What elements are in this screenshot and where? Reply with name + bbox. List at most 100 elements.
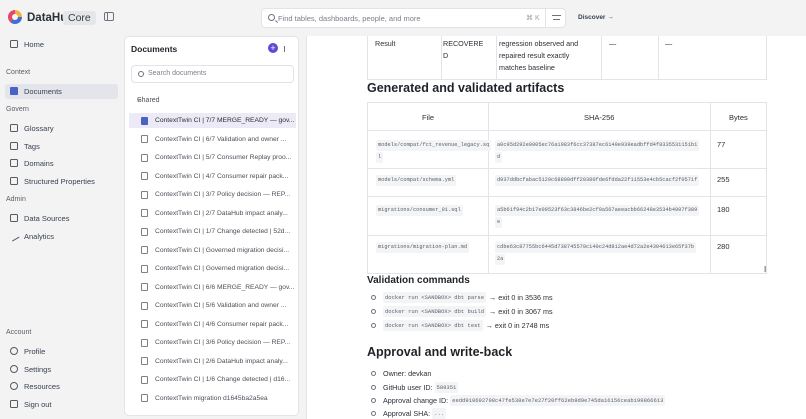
- sidebar-toggle-icon[interactable]: [104, 12, 114, 21]
- document-title: ContextTwin CI | 6/7 Validation and owne…: [155, 135, 287, 143]
- nav-item-sign-out[interactable]: Sign out: [10, 397, 52, 411]
- filter-icon[interactable]: [545, 9, 566, 27]
- document-title: ContextTwin CI | 4/7 Consumer repair pac…: [155, 172, 289, 180]
- document-list-item[interactable]: ContextTwin CI | 4/7 Consumer repair pac…: [129, 169, 296, 184]
- table-divider: [368, 196, 766, 197]
- artifact-file-path: migrations/migration-plan.md: [376, 242, 470, 253]
- document-list-item[interactable]: ContextTwin CI | 4/6 Consumer repair pac…: [129, 317, 296, 332]
- table-divider: [368, 130, 766, 131]
- shared-folder-toggle[interactable]: Shared: [135, 93, 160, 104]
- top-bar: DataHub Core Find tables, dashboards, pe…: [0, 0, 806, 36]
- column-header-file: File: [422, 113, 435, 122]
- nav-item-home[interactable]: Home: [10, 37, 44, 51]
- nav-label: Home: [24, 39, 45, 49]
- document-list-item[interactable]: ContextTwin CI | Governed migration deci…: [129, 261, 296, 276]
- result-col5: —: [665, 39, 673, 48]
- nav-item-glossary[interactable]: Glossary: [10, 121, 54, 135]
- datahub-logo-icon[interactable]: [8, 10, 22, 24]
- discover-link[interactable]: Discover →: [578, 14, 614, 21]
- artifact-sha: a0c95d292e0005ec76a1983f6cc37387ec6149e9…: [495, 140, 700, 151]
- document-icon: [141, 190, 148, 199]
- document-list-item[interactable]: ContextTwin CI | 7/7 MERGE_READY — gov..…: [129, 113, 296, 128]
- resources-icon: [10, 382, 18, 390]
- document-list-item[interactable]: ContextTwin CI | 6/6 MERGE_READY — gov..…: [129, 280, 296, 295]
- result-label: Result: [375, 39, 396, 48]
- app-root: DataHub Core Find tables, dashboards, pe…: [0, 0, 806, 419]
- tag-icon: [10, 142, 18, 150]
- column-header-bytes: Bytes: [729, 113, 748, 122]
- github-id-item: GitHub user ID: 589351: [371, 382, 461, 393]
- document-title: ContextTwin CI | 3/6 Policy decision — R…: [155, 339, 291, 346]
- nav-item-domains[interactable]: Domains: [10, 156, 54, 170]
- change-label: Approval change ID:: [383, 396, 449, 405]
- table-divider: [368, 168, 766, 169]
- document-list-item[interactable]: ContextTwin CI | 2/7 DataHub impact anal…: [129, 206, 296, 221]
- global-search-input[interactable]: Find tables, dashboards, people, and mor…: [261, 8, 566, 28]
- nav-item-documents[interactable]: Documents: [10, 84, 62, 98]
- nav-label: Profile: [24, 346, 46, 356]
- nav-item-analytics[interactable]: Analytics: [8, 229, 54, 243]
- artifact-file-path-cont: l: [376, 152, 384, 163]
- book-icon: [10, 124, 18, 132]
- document-icon: [141, 116, 148, 125]
- document-list-item[interactable]: ContextTwin CI | 2/6 DataHub impact anal…: [129, 354, 296, 369]
- result-col4: —: [609, 39, 617, 48]
- document-content: Result RECOVERE D regression observed an…: [306, 36, 806, 419]
- nav-label: Documents: [24, 86, 62, 96]
- artifact-file-path: models/compat/fct_revenue_legacy.sq: [376, 140, 492, 151]
- nav-item-resources[interactable]: Resources: [10, 379, 60, 393]
- profile-icon: [10, 347, 18, 355]
- nav-section-govern: Govern: [6, 106, 29, 113]
- command-code: docker run <SANDBOX> dbt test: [383, 320, 483, 331]
- document-list-item[interactable]: ContextTwin CI | 3/7 Policy decision — R…: [129, 187, 296, 202]
- document-title: ContextTwin CI | 1/6 Change detected | d…: [155, 376, 291, 383]
- artifact-bytes: 77: [717, 140, 726, 149]
- artifact-sha-cont: d: [495, 152, 503, 163]
- artifact-bytes: 280: [717, 242, 730, 251]
- nav-section-admin: Admin: [6, 196, 26, 203]
- nav-section-context: Context: [6, 69, 31, 76]
- document-list-item[interactable]: ContextTwin CI | 1/6 Change detected | d…: [129, 372, 296, 387]
- nav-item-structured-properties[interactable]: Structured Properties: [10, 174, 95, 188]
- document-list-item[interactable]: ContextTwin CI | 5/7 Consumer Replay pro…: [129, 150, 296, 165]
- add-document-button[interactable]: +: [268, 43, 278, 53]
- document-icon: [141, 357, 148, 365]
- nav-item-data-sources[interactable]: Data Sources: [10, 211, 69, 225]
- document-list-item[interactable]: ContextTwin CI | 3/6 Policy decision — R…: [129, 335, 296, 350]
- nav-item-settings[interactable]: Settings: [10, 362, 51, 376]
- command-result: → exit 0 in 2748 ms: [485, 321, 550, 330]
- artifact-file-cell: migrations/consumer_01.sql: [376, 204, 484, 216]
- command-code: docker run <SANDBOX> dbt parse: [383, 292, 487, 303]
- table-divider: [658, 36, 659, 80]
- sign-out-icon: [10, 400, 18, 408]
- approval-sha-code: ...: [432, 408, 447, 419]
- document-title: ContextTwin CI | 2/6 DataHub impact anal…: [155, 357, 288, 365]
- artifact-file-cell: models/compat/schema.yml: [376, 174, 484, 186]
- document-title: ContextTwin CI | Governed migration deci…: [155, 265, 290, 272]
- document-title: ContextTwin CI | 2/7 DataHub impact anal…: [155, 209, 288, 217]
- validation-command-item: docker run <SANDBOX> dbt parse → exit 0 i…: [371, 292, 553, 303]
- document-title: ContextTwin CI | 7/7 MERGE_READY — gov..…: [155, 117, 295, 124]
- document-list-item[interactable]: ContextTwin CI | 1/7 Change detected | 5…: [129, 224, 296, 239]
- document-icon: [141, 394, 148, 402]
- result-description-cont: matches baseline: [499, 63, 555, 72]
- documents-search-input[interactable]: Search documents: [131, 65, 294, 83]
- artifact-sha-cont: e: [495, 217, 503, 228]
- search-placeholder: Find tables, dashboards, people, and mor…: [278, 14, 421, 23]
- command-code: docker run <SANDBOX> dbt build: [383, 306, 487, 317]
- approval-sha-label: Approval SHA:: [383, 409, 431, 418]
- analytics-icon: [8, 230, 20, 242]
- document-icon: [141, 320, 148, 328]
- document-list-item[interactable]: ContextTwin CI | 6/7 Validation and owne…: [129, 132, 296, 147]
- collapse-panel-icon[interactable]: [284, 46, 292, 52]
- nav-item-tags[interactable]: Tags: [10, 139, 40, 153]
- document-list-item[interactable]: ContextTwin CI | Governed migration deci…: [129, 243, 296, 258]
- results-table: Result RECOVERE D regression observed an…: [367, 36, 767, 80]
- nav-item-profile[interactable]: Profile: [10, 344, 45, 358]
- document-list-item[interactable]: ContextTwin CI | 5/6 Validation and owne…: [129, 298, 296, 313]
- document-list-item[interactable]: ContextTwin migration d1645ba2a5ea: [129, 391, 296, 406]
- nav-label: Glossary: [24, 123, 54, 133]
- domain-icon: [10, 159, 18, 167]
- artifacts-heading: Generated and validated artifacts: [367, 81, 565, 95]
- gear-icon: [10, 365, 18, 373]
